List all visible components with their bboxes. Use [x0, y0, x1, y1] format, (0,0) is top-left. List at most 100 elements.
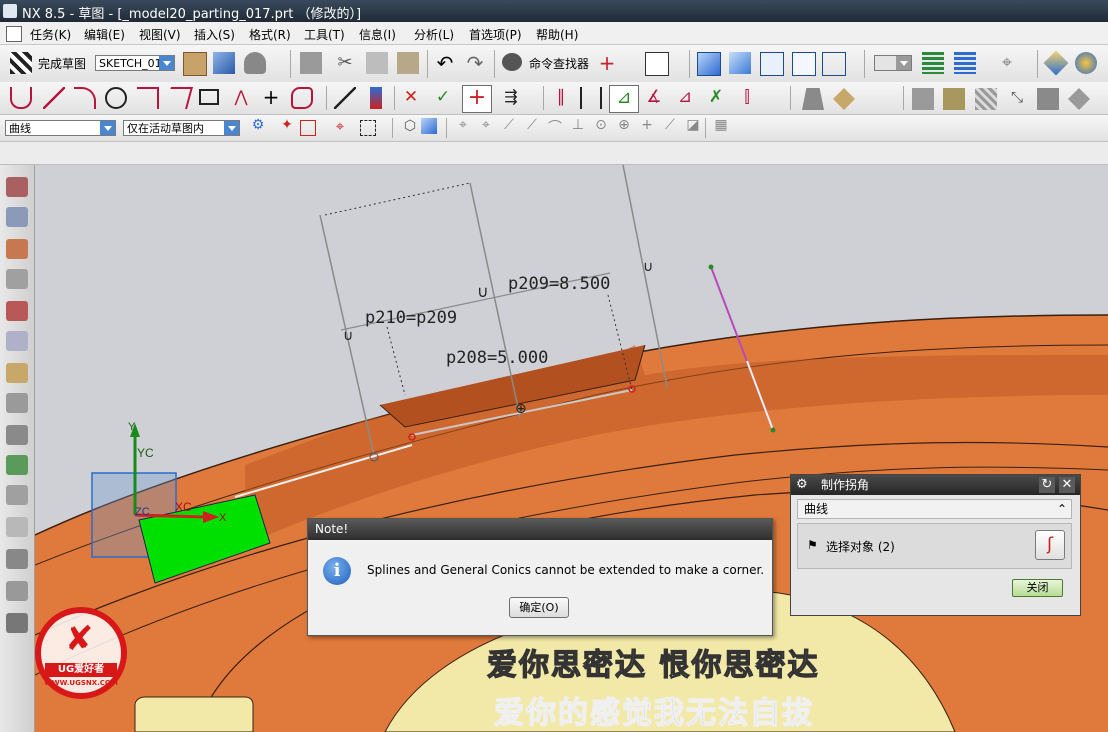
- finish-sketch-flag-icon[interactable]: [10, 52, 32, 74]
- snap-toggle-icon[interactable]: ⌖: [329, 117, 351, 139]
- static-wireframe-icon[interactable]: [822, 52, 846, 76]
- layer-settings-icon[interactable]: [922, 52, 944, 74]
- arc-icon[interactable]: [74, 87, 96, 109]
- snap-point-icon[interactable]: +: [596, 52, 618, 74]
- display-constraints-icon[interactable]: ∡: [643, 87, 665, 109]
- constraint-active-icon[interactable]: ⊿: [609, 85, 639, 113]
- tools-palette-icon[interactable]: [6, 581, 28, 601]
- selection-scope-icon[interactable]: [300, 120, 316, 136]
- snap-intersection-icon[interactable]: ⟋: [521, 117, 543, 139]
- chevron-up-icon[interactable]: ⌃: [1057, 500, 1067, 518]
- start-icon[interactable]: [6, 26, 22, 42]
- sketch-style-icon[interactable]: [244, 52, 266, 74]
- chevron-down-icon[interactable]: [100, 121, 115, 135]
- dimension-icon[interactable]: [580, 87, 602, 109]
- menu-help[interactable]: 帮助(H): [536, 26, 578, 43]
- dimension-p210[interactable]: p210=p209: [365, 308, 457, 328]
- snap-bounded-grid-icon[interactable]: ◪: [682, 117, 704, 139]
- feature-icon[interactable]: [943, 88, 965, 110]
- curve-select-icon[interactable]: ʃ: [1035, 530, 1065, 560]
- layout-icon[interactable]: [6, 613, 28, 633]
- wireframe-hidden-icon[interactable]: [760, 52, 784, 76]
- chevron-down-icon[interactable]: [896, 56, 911, 70]
- selection-filter-reset-icon[interactable]: ⚙: [247, 117, 269, 139]
- ok-button[interactable]: 确定(O): [509, 597, 569, 618]
- measure-icon[interactable]: [1043, 50, 1069, 76]
- snap-existing-point-icon[interactable]: ⊕: [613, 117, 635, 139]
- type-filter-select[interactable]: 曲线: [5, 120, 116, 136]
- menu-analysis[interactable]: 分析(L): [414, 26, 454, 43]
- close-icon[interactable]: ✕: [1059, 477, 1075, 493]
- wcs-icon[interactable]: ⌖: [996, 52, 1018, 74]
- chevron-down-icon[interactable]: [224, 121, 239, 135]
- cylinder-icon[interactable]: [1068, 88, 1090, 110]
- rectangle-select-icon[interactable]: [360, 120, 376, 136]
- general-selection-icon[interactable]: ✦: [276, 117, 298, 139]
- sketch-orient-icon[interactable]: [183, 52, 207, 76]
- select-object-row[interactable]: ⚑ 选择对象 (2) ʃ: [797, 523, 1072, 569]
- roles-icon[interactable]: [6, 485, 28, 505]
- undo-icon[interactable]: ↶: [434, 52, 456, 74]
- system-materials-icon[interactable]: [6, 393, 28, 413]
- reattach-icon[interactable]: [213, 52, 235, 74]
- view-cube-icon[interactable]: [421, 118, 437, 134]
- scope-filter-select[interactable]: 仅在活动草图内: [123, 120, 240, 136]
- sketch-name-select[interactable]: SKETCH_014: [95, 55, 175, 71]
- menu-view[interactable]: 视图(V): [139, 26, 181, 43]
- make-corner-icon[interactable]: ✓: [432, 87, 454, 109]
- pattern-icon[interactable]: [975, 88, 997, 110]
- web-browser-icon[interactable]: [6, 331, 28, 351]
- cut-icon[interactable]: ✂: [334, 52, 356, 74]
- shaded-with-edges-icon[interactable]: [697, 52, 721, 76]
- alternate-solution-icon[interactable]: ⫿: [736, 87, 758, 109]
- menu-info[interactable]: 信息(I): [359, 26, 396, 43]
- menu-format[interactable]: 格式(R): [249, 26, 291, 43]
- reuse-library-icon[interactable]: [6, 269, 28, 289]
- snap-quadrant-icon[interactable]: ⊙: [590, 117, 612, 139]
- move-to-layer-icon[interactable]: [954, 52, 976, 74]
- chamfer-icon[interactable]: [165, 87, 193, 109]
- datum-csys-icon[interactable]: ⤡: [1006, 88, 1028, 110]
- hd3d-tools-icon[interactable]: [6, 301, 28, 321]
- gear-icon[interactable]: ⚙: [796, 478, 810, 492]
- menu-edit[interactable]: 编辑(E): [84, 26, 125, 43]
- command-finder-button[interactable]: 命令查找器: [529, 55, 589, 72]
- selection-filter-icon[interactable]: [645, 52, 669, 76]
- parallel-constraint-icon[interactable]: ∥: [550, 87, 572, 109]
- snap-arc-center-icon[interactable]: ⌒: [544, 117, 566, 139]
- sketch-tools-icon[interactable]: [912, 88, 934, 110]
- close-button[interactable]: 关闭: [1012, 579, 1063, 597]
- menu-task[interactable]: 任务(K): [30, 26, 71, 43]
- menu-insert[interactable]: 插入(S): [194, 26, 235, 43]
- constraint-navigator-icon[interactable]: [6, 207, 28, 227]
- help-tool-icon[interactable]: [1075, 52, 1097, 74]
- offset-curve-icon[interactable]: [291, 87, 313, 109]
- snap-tangent-icon[interactable]: ⊥: [567, 117, 589, 139]
- paste-icon[interactable]: [397, 52, 419, 74]
- circle-icon[interactable]: [105, 87, 127, 109]
- wireframe-dimmed-icon[interactable]: [792, 52, 816, 76]
- line-icon[interactable]: [43, 87, 65, 109]
- snap-midpoint-icon[interactable]: ⌖: [475, 117, 497, 139]
- quick-extend-icon[interactable]: [370, 87, 382, 109]
- polygon-line-icon[interactable]: ⋀: [230, 87, 252, 109]
- revolve-icon[interactable]: [833, 88, 855, 110]
- derived-lines-icon[interactable]: [334, 87, 356, 109]
- shaded-icon[interactable]: [729, 52, 751, 74]
- extrude-icon[interactable]: [802, 88, 824, 110]
- history-icon[interactable]: [6, 363, 28, 383]
- convert-reference-icon[interactable]: ✗: [705, 87, 727, 109]
- copy-icon[interactable]: [366, 52, 388, 74]
- rectangle-icon[interactable]: [199, 89, 219, 105]
- menu-tools[interactable]: 工具(T): [304, 26, 345, 43]
- binoculars-icon[interactable]: [502, 53, 522, 71]
- reset-icon[interactable]: ↻: [1039, 477, 1055, 493]
- finish-sketch-button[interactable]: 完成草图: [38, 55, 86, 72]
- point-icon[interactable]: +: [260, 86, 282, 108]
- save-icon[interactable]: [300, 52, 322, 74]
- auto-constrain-icon[interactable]: ⊿: [674, 87, 696, 109]
- manufacturing-wizard-icon[interactable]: [6, 455, 28, 475]
- process-studio-icon[interactable]: [6, 425, 28, 445]
- block-icon[interactable]: [1037, 88, 1059, 110]
- corner-active-icon[interactable]: +: [462, 85, 492, 113]
